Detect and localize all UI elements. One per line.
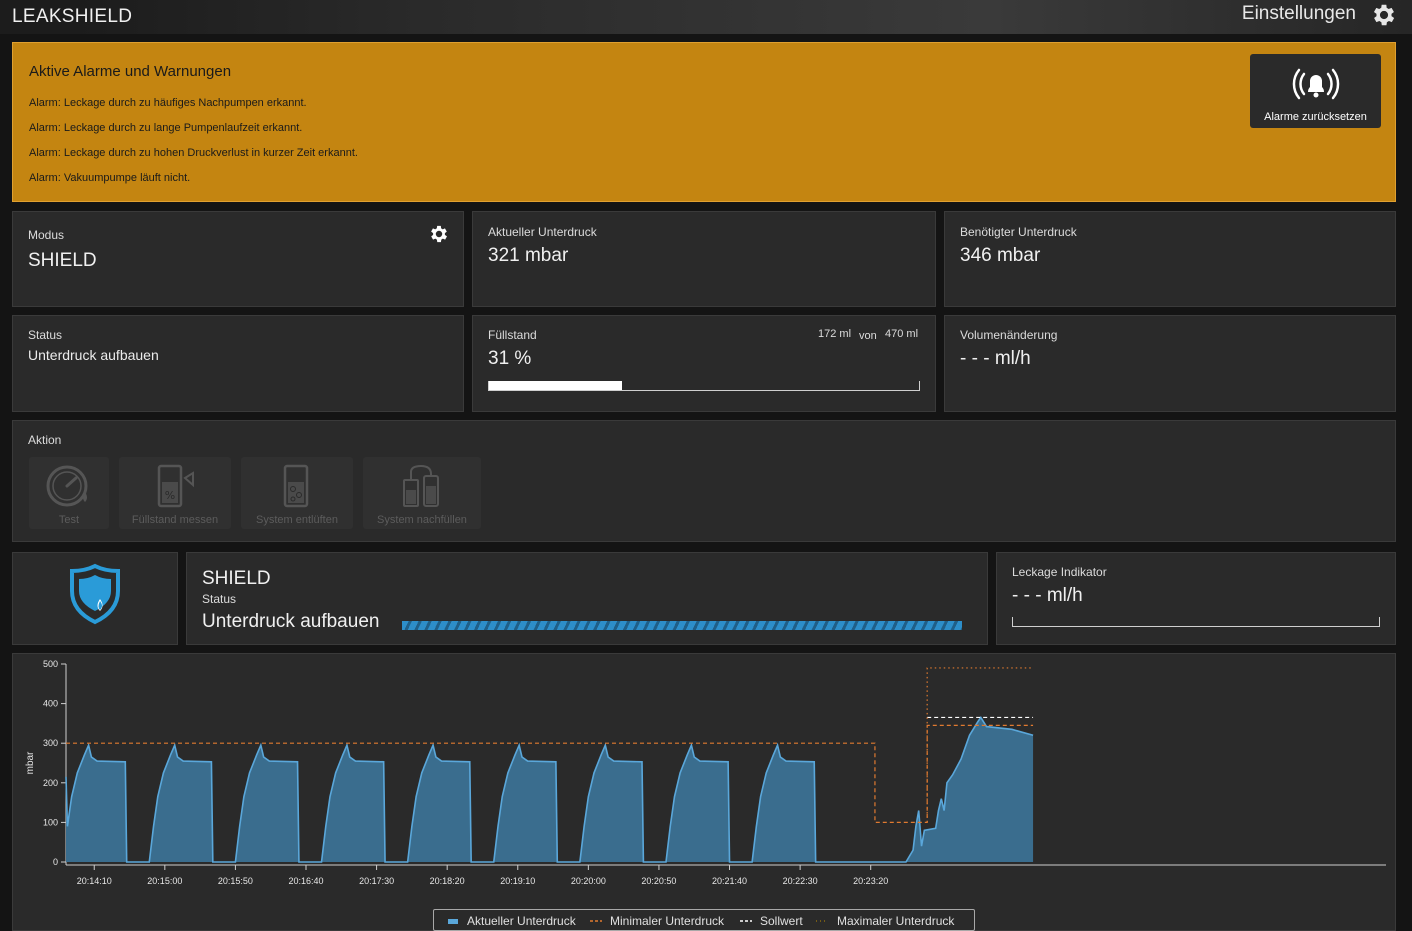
vent-system-label: System entlüften — [256, 514, 338, 526]
status-progress-bar — [402, 621, 962, 630]
vent-icon — [283, 464, 309, 508]
leak-indicator-panel: Leckage Indikator - - - ml/h — [996, 552, 1396, 645]
status-label: Status — [28, 328, 63, 342]
alarm-panel: Aktive Alarme und Warnungen Alarm: Lecka… — [12, 42, 1396, 202]
mode-label: Modus — [28, 228, 65, 242]
y-tick-label: 400 — [43, 699, 58, 709]
current-pressure-panel: Aktueller Unterdruck 321 mbar — [472, 211, 936, 307]
svg-text:%: % — [165, 489, 175, 502]
refill-system-label: System nachfüllen — [377, 514, 467, 526]
test-button-label: Test — [58, 514, 80, 526]
action-panel: Aktion Test % Füllstand messen System en… — [12, 420, 1396, 542]
x-tick-label: 20:20:50 — [641, 876, 676, 886]
gauge-icon — [46, 465, 88, 507]
status-value: Unterdruck aufbauen — [28, 347, 159, 363]
legend-item-setpoint[interactable]: Sollwert — [760, 914, 803, 928]
x-tick-label: 20:22:30 — [783, 876, 818, 886]
required-pressure-label: Benötigter Unterdruck — [960, 225, 1077, 239]
alarm-bell-icon — [1292, 68, 1340, 100]
legend-swatch-max — [816, 920, 828, 922]
top-bar: LEAKSHIELD Einstellungen — [0, 0, 1412, 34]
current-pressure-label: Aktueller Unterdruck — [488, 225, 597, 239]
fill-level-panel: Füllstand 31 % 172 ml von 470 ml — [472, 315, 936, 412]
volume-change-value: - - - ml/h — [960, 348, 1031, 369]
chart-series — [65, 667, 1034, 863]
vent-system-button[interactable]: System entlüften — [241, 457, 353, 529]
x-tick-label: 20:21:40 — [712, 876, 747, 886]
mode-value: SHIELD — [28, 250, 97, 271]
fill-level-bar — [488, 381, 920, 391]
fill-of-label: von — [859, 330, 877, 342]
shield-status-panel: SHIELD Status Unterdruck aufbauen — [186, 552, 988, 645]
shield-status-value: Unterdruck aufbauen — [202, 611, 380, 632]
reset-alarms-label: Alarme zurücksetzen — [1264, 111, 1367, 123]
refill-system-button[interactable]: System nachfüllen — [363, 457, 481, 529]
gear-icon[interactable] — [1370, 1, 1398, 29]
required-pressure-value: 346 mbar — [960, 245, 1041, 266]
x-tick-label: 20:19:10 — [500, 876, 535, 886]
alarm-title: Aktive Alarme und Warnungen — [29, 63, 232, 80]
x-tick-label: 20:15:50 — [218, 876, 253, 886]
action-label: Aktion — [28, 433, 62, 447]
x-tick-label: 20:17:30 — [359, 876, 394, 886]
alarm-item: Alarm: Leckage durch zu lange Pumpenlauf… — [29, 122, 303, 134]
leak-indicator-bar — [1012, 617, 1380, 627]
required-pressure-panel: Benötigter Unterdruck 346 mbar — [944, 211, 1396, 307]
y-tick-label: 200 — [43, 778, 58, 788]
fill-level-value: 31 % — [488, 348, 532, 369]
fill-level-bar-fill — [489, 381, 623, 390]
refill-icon — [403, 464, 439, 507]
alarm-item: Alarm: Leckage durch zu häufiges Nachpum… — [29, 97, 307, 109]
x-tick-label: 20:18:20 — [430, 876, 465, 886]
shield-logo-panel — [12, 552, 178, 645]
app-title: LEAKSHIELD — [12, 6, 133, 27]
y-tick-label: 0 — [53, 857, 58, 867]
alarm-item: Alarm: Vakuumpumpe läuft nicht. — [29, 172, 191, 184]
alarm-item: Alarm: Leckage durch zu hohen Druckverlu… — [29, 147, 358, 159]
fill-amount: 172 ml — [818, 328, 852, 340]
mode-panel: Modus SHIELD — [12, 211, 464, 307]
y-tick-label: 500 — [43, 659, 58, 669]
fill-level-label: Füllstand — [488, 328, 537, 342]
measure-fill-label: Füllstand messen — [131, 514, 219, 526]
y-tick-label: 300 — [43, 738, 58, 748]
leak-indicator-value: - - - ml/h — [1012, 585, 1083, 606]
legend-item-max[interactable]: Maximaler Unterdruck — [837, 914, 954, 928]
shield-drop-icon — [70, 563, 120, 625]
test-button[interactable]: Test — [29, 457, 109, 529]
measure-fill-button[interactable]: % Füllstand messen — [119, 457, 231, 529]
pressure-chart: 0 100 200 300 400 500 20:14:10 20:15:00 20:15:50… — [25, 659, 1386, 886]
legend-item-current[interactable]: Aktueller Unterdruck — [467, 914, 576, 928]
x-tick-label: 20:16:40 — [288, 876, 323, 886]
settings-link[interactable]: Einstellungen — [1242, 3, 1356, 25]
status-panel: Status Unterdruck aufbauen — [12, 315, 464, 412]
legend-swatch-setpoint — [740, 920, 752, 922]
legend-item-min[interactable]: Minimaler Unterdruck — [610, 914, 724, 928]
leak-indicator-label: Leckage Indikator — [1012, 565, 1107, 579]
fill-measure-icon: % — [157, 464, 194, 508]
fill-capacity: 470 ml — [885, 328, 919, 340]
y-tick-label: 100 — [43, 817, 58, 827]
shield-title: SHIELD — [202, 568, 271, 589]
chart-legend: Aktueller Unterdruck Minimaler Unterdruc… — [433, 909, 975, 931]
current-pressure-value: 321 mbar — [488, 245, 569, 266]
pressure-chart-panel: 0 100 200 300 400 500 20:14:10 20:15:00 20:15:50… — [12, 653, 1396, 931]
volume-change-label: Volumenänderung — [960, 328, 1058, 342]
reset-alarms-button[interactable]: Alarme zurücksetzen — [1250, 54, 1381, 128]
x-tick-label: 20:23:20 — [853, 876, 888, 886]
x-tick-label: 20:15:00 — [147, 876, 182, 886]
x-tick-label: 20:20:00 — [571, 876, 606, 886]
volume-change-panel: Volumenänderung - - - ml/h — [944, 315, 1396, 412]
legend-swatch-min — [590, 920, 602, 922]
x-tick-label: 20:14:10 — [77, 876, 112, 886]
gear-icon[interactable] — [428, 223, 450, 245]
legend-swatch-current — [448, 919, 458, 924]
shield-status-label: Status — [202, 592, 237, 606]
y-axis-label: mbar — [25, 751, 36, 774]
